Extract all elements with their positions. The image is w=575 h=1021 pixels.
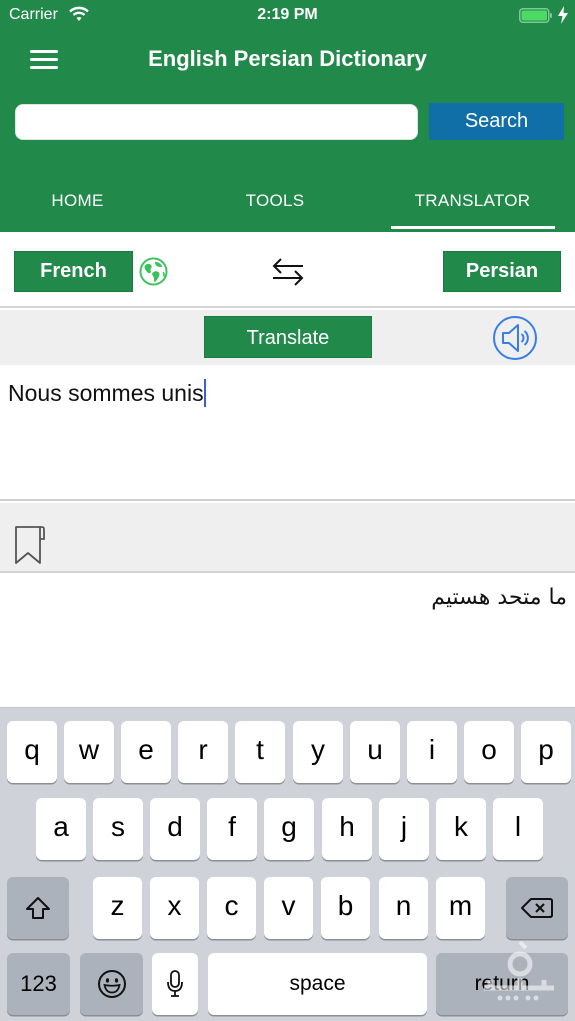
delete-icon [521, 898, 553, 918]
tab-home[interactable]: HOME [0, 176, 155, 232]
status-bar: Carrier 2:19 PM [0, 0, 575, 32]
key-i[interactable]: i [407, 721, 457, 783]
language-selector-row: French Persian [0, 232, 575, 308]
key-n[interactable]: n [379, 877, 428, 939]
key-z[interactable]: z [93, 877, 142, 939]
app-title: English Persian Dictionary [148, 46, 427, 71]
space-key[interactable]: space [208, 953, 427, 1015]
translation-result-text: ما متحد هستیم [431, 585, 567, 610]
key-p[interactable]: p [521, 721, 571, 783]
key-s[interactable]: s [93, 798, 143, 860]
key-b[interactable]: b [321, 877, 370, 939]
search-input[interactable] [15, 104, 418, 140]
microphone-key[interactable] [152, 953, 198, 1015]
key-a[interactable]: a [36, 798, 86, 860]
battery-icon [519, 8, 552, 23]
key-w[interactable]: w [64, 721, 114, 783]
navigation-bar: English Persian Dictionary [0, 32, 575, 88]
emoji-icon [97, 970, 126, 998]
key-u[interactable]: u [350, 721, 400, 783]
translate-toolbar: Translate [0, 310, 575, 365]
source-language-button[interactable]: French [14, 251, 133, 292]
key-o[interactable]: o [464, 721, 514, 783]
source-text-value: Nous sommes unis [8, 380, 204, 406]
key-k[interactable]: k [436, 798, 486, 860]
microphone-icon [167, 970, 183, 997]
key-j[interactable]: j [379, 798, 429, 860]
key-d[interactable]: d [150, 798, 200, 860]
active-tab-indicator [391, 226, 555, 229]
key-e[interactable]: e [121, 721, 171, 783]
tab-translator[interactable]: TRANSLATOR [390, 176, 555, 232]
delete-key[interactable] [506, 877, 568, 939]
target-language-button[interactable]: Persian [443, 251, 561, 292]
return-key[interactable]: return [436, 953, 568, 1015]
key-m[interactable]: m [436, 877, 485, 939]
clock: 2:19 PM [257, 6, 318, 23]
shift-key[interactable] [7, 877, 69, 939]
key-c[interactable]: c [207, 877, 256, 939]
bookmark-toolbar [0, 503, 575, 573]
bookmark-icon[interactable] [14, 525, 46, 565]
numbers-key[interactable]: 123 [7, 953, 70, 1015]
key-l[interactable]: l [493, 798, 543, 860]
translate-button[interactable]: Translate [204, 316, 372, 358]
key-q[interactable]: q [7, 721, 57, 783]
charging-bolt-icon [558, 6, 568, 24]
globe-icon[interactable] [139, 257, 168, 286]
shift-icon [26, 897, 50, 919]
on-screen-keyboard: qwertyuiop asdfghjkl zxcvbnm 123 space r… [0, 707, 575, 1021]
tab-bar: HOME TOOLS TRANSLATOR [0, 176, 575, 232]
key-y[interactable]: y [293, 721, 343, 783]
tab-tools[interactable]: TOOLS [195, 176, 355, 232]
key-x[interactable]: x [150, 877, 199, 939]
key-r[interactable]: r [178, 721, 228, 783]
emoji-key[interactable] [80, 953, 143, 1015]
key-f[interactable]: f [207, 798, 257, 860]
swap-arrows-icon[interactable] [270, 256, 306, 288]
text-caret [203, 379, 206, 407]
speaker-icon[interactable] [492, 315, 538, 361]
source-text-field[interactable]: Nous sommes unis [8, 379, 206, 407]
translation-result-area: ما متحد هستیم [0, 575, 575, 707]
key-h[interactable]: h [322, 798, 372, 860]
source-text-area[interactable]: Nous sommes unis [0, 365, 575, 501]
key-t[interactable]: t [235, 721, 285, 783]
key-v[interactable]: v [264, 877, 313, 939]
search-button[interactable]: Search [429, 103, 564, 140]
key-g[interactable]: g [264, 798, 314, 860]
